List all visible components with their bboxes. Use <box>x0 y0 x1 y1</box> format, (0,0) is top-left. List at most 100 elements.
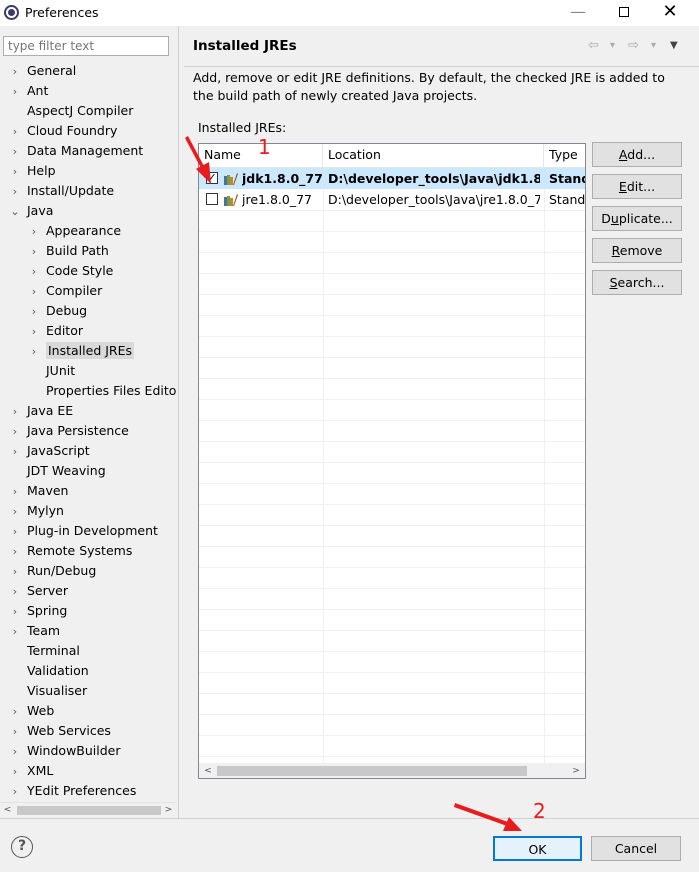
sidebar-item[interactable]: › Install/Update <box>8 181 114 201</box>
chevron-right-icon[interactable]: › <box>8 442 22 462</box>
sidebar-item[interactable]: › Compiler <box>27 281 102 301</box>
scroll-left-arrow[interactable]: < <box>200 764 216 778</box>
chevron-right-icon[interactable]: › <box>8 122 22 142</box>
view-menu-icon[interactable]: ▼ <box>670 40 678 51</box>
chevron-down-icon[interactable]: ⌄ <box>8 202 22 222</box>
sidebar-item[interactable]: › Help <box>8 161 56 181</box>
scroll-left-arrow[interactable]: < <box>0 803 15 818</box>
scroll-right-arrow[interactable]: > <box>161 803 176 818</box>
column-header-type[interactable]: Type <box>544 144 585 168</box>
forward-dropdown-icon[interactable]: ▾ <box>651 40 656 51</box>
filter-input[interactable] <box>3 36 169 56</box>
table-horizontal-scrollbar[interactable]: < > <box>199 763 585 778</box>
chevron-right-icon[interactable]: › <box>8 162 22 182</box>
chevron-right-icon[interactable]: › <box>8 542 22 562</box>
sidebar-item[interactable]: › Data Management <box>8 141 143 161</box>
chevron-right-icon[interactable]: › <box>8 562 22 582</box>
sidebar-item[interactable]: AspectJ Compiler <box>8 101 133 121</box>
chevron-right-icon[interactable]: › <box>8 582 22 602</box>
chevron-right-icon[interactable]: › <box>8 762 22 782</box>
sidebar-item[interactable]: › WindowBuilder <box>8 741 121 761</box>
chevron-right-icon[interactable]: › <box>8 782 22 801</box>
sidebar-item[interactable]: › Web Services <box>8 721 111 741</box>
search-button[interactable]: Search... <box>592 270 682 295</box>
chevron-right-icon[interactable]: › <box>8 82 22 102</box>
sidebar-item[interactable]: Visualiser <box>8 681 87 701</box>
sidebar-item[interactable]: JUnit <box>27 361 75 381</box>
chevron-right-icon[interactable]: › <box>8 742 22 762</box>
table-row[interactable]: jre1.8.0_77 D:\developer_tools\Java\jre1… <box>199 189 585 210</box>
chevron-right-icon[interactable]: › <box>8 182 22 202</box>
sidebar-item[interactable]: › Team <box>8 621 60 641</box>
chevron-right-icon[interactable]: › <box>27 322 41 342</box>
chevron-right-icon[interactable]: › <box>8 522 22 542</box>
forward-arrow-icon[interactable]: ⇨ <box>628 38 639 53</box>
sidebar-item[interactable]: › Code Style <box>27 261 114 282</box>
sidebar-item[interactable]: Validation <box>8 661 89 681</box>
sidebar-item[interactable]: JDT Weaving <box>8 461 106 481</box>
sidebar-item[interactable]: › Java Persistence <box>8 421 129 441</box>
sidebar-item[interactable]: › Ant <box>8 81 49 102</box>
sidebar-item[interactable]: › Cloud Foundry <box>8 121 118 142</box>
sidebar-item[interactable]: › Mylyn <box>8 501 64 521</box>
sidebar-item[interactable]: › Remote Systems <box>8 541 133 562</box>
cancel-button[interactable]: Cancel <box>591 836 681 861</box>
sidebar-item[interactable]: › Build Path <box>27 241 109 261</box>
sidebar-item[interactable]: › XML <box>8 761 54 782</box>
maximize-button[interactable] <box>601 0 647 26</box>
pane-divider[interactable] <box>178 26 179 818</box>
back-dropdown-icon[interactable]: ▾ <box>610 40 615 51</box>
ok-button[interactable]: OK <box>493 836 582 861</box>
sidebar-item[interactable]: › Editor <box>27 321 83 341</box>
sidebar-item[interactable]: › YEdit Preferences <box>8 781 137 801</box>
jre-checkbox[interactable] <box>206 193 218 205</box>
scroll-right-arrow[interactable]: > <box>568 764 584 778</box>
chevron-right-icon[interactable]: › <box>8 622 22 642</box>
help-icon[interactable]: ? <box>11 836 33 858</box>
sidebar-item[interactable]: › General <box>8 61 76 81</box>
sidebar-item[interactable]: › Appearance <box>27 221 121 241</box>
sidebar-item[interactable]: Properties Files Edito <box>27 381 176 401</box>
duplicate-button[interactable]: Duplicate... <box>592 206 682 231</box>
minimize-button[interactable]: — <box>555 0 601 26</box>
sidebar-item[interactable]: ⌄ Java <box>8 201 53 221</box>
chevron-right-icon[interactable]: › <box>8 142 22 162</box>
chevron-right-icon[interactable]: › <box>8 422 22 442</box>
chevron-right-icon[interactable]: › <box>8 62 22 82</box>
scroll-thumb[interactable] <box>17 806 161 815</box>
chevron-right-icon[interactable]: › <box>27 242 41 262</box>
chevron-right-icon[interactable]: › <box>27 262 41 282</box>
sidebar-item[interactable]: › Debug <box>27 301 87 321</box>
tree-horizontal-scrollbar[interactable]: < > <box>0 802 177 817</box>
chevron-right-icon[interactable]: › <box>27 222 41 242</box>
chevron-right-icon[interactable]: › <box>27 302 41 322</box>
remove-button[interactable]: Remove <box>592 238 682 263</box>
jre-checkbox[interactable]: ✓ <box>206 172 218 184</box>
sidebar-item[interactable]: › Java EE <box>8 401 73 421</box>
chevron-right-icon[interactable]: › <box>8 502 22 522</box>
table-row[interactable]: ✓ jdk1.8.0_77... D:\developer_tools\Java… <box>199 168 585 189</box>
sidebar-item[interactable]: › Plug-in Development <box>8 521 158 541</box>
sidebar-item[interactable]: › Spring <box>8 601 68 622</box>
chevron-right-icon[interactable]: › <box>8 722 22 742</box>
close-button[interactable]: ✕ <box>647 0 693 26</box>
add-button[interactable]: Add... <box>592 142 682 167</box>
sidebar-item[interactable]: › Server <box>8 581 68 601</box>
sidebar-item[interactable]: Terminal <box>8 641 80 661</box>
annotation-step-2: 2 <box>533 799 546 823</box>
sidebar-item[interactable]: › JavaScript <box>8 441 90 461</box>
chevron-right-icon[interactable]: › <box>27 282 41 302</box>
edit-button[interactable]: Edit... <box>592 174 682 199</box>
sidebar-item[interactable]: › Run/Debug <box>8 561 97 582</box>
scroll-thumb[interactable] <box>217 766 527 776</box>
sidebar-item[interactable]: › Maven <box>8 481 69 502</box>
chevron-right-icon[interactable]: › <box>8 702 22 722</box>
chevron-right-icon[interactable]: › <box>27 342 41 362</box>
back-arrow-icon[interactable]: ⇦ <box>588 38 599 53</box>
sidebar-item[interactable]: › Installed JREs <box>27 341 135 362</box>
column-header-location[interactable]: Location <box>323 144 544 168</box>
chevron-right-icon[interactable]: › <box>8 482 22 502</box>
chevron-right-icon[interactable]: › <box>8 402 22 422</box>
chevron-right-icon[interactable]: › <box>8 602 22 622</box>
sidebar-item[interactable]: › Web <box>8 701 54 721</box>
